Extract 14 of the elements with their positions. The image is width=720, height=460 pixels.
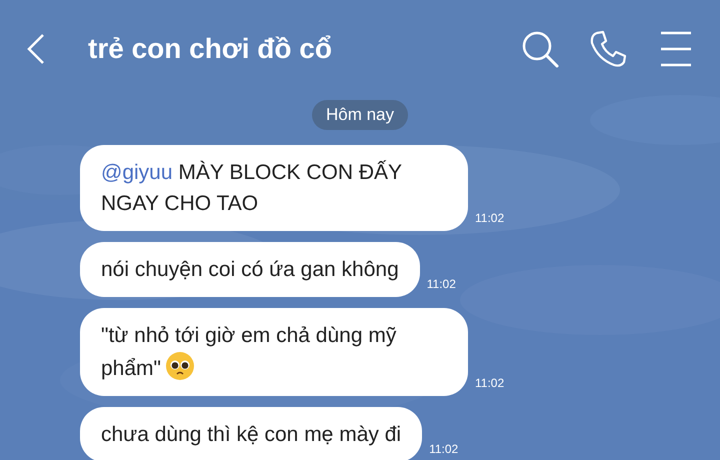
message-bubble: "từ nhỏ tới giờ em chả dùng mỹ phẩm" <box>80 308 468 396</box>
back-icon[interactable] <box>26 33 46 65</box>
message-bubble: chưa dùng thì kệ con mẹ mày đi <box>80 407 422 460</box>
message-bubble: @giyuu MÀY BLOCK CON ĐẤY NGAY CHO TAO <box>80 145 468 231</box>
search-icon[interactable] <box>520 29 560 69</box>
chat-title: trẻ con chơi đồ cổ <box>88 33 333 65</box>
date-separator: Hôm nay <box>312 100 408 130</box>
phone-icon[interactable] <box>588 29 628 69</box>
pleading-face-icon <box>165 351 195 381</box>
message-time: 11:02 <box>475 211 504 225</box>
message-time: 11:02 <box>475 376 504 390</box>
message-time: 11:02 <box>426 277 456 291</box>
message-time: 11:02 <box>429 442 458 456</box>
message-bubble: nói chuyện coi có ứa gan không <box>80 242 420 297</box>
